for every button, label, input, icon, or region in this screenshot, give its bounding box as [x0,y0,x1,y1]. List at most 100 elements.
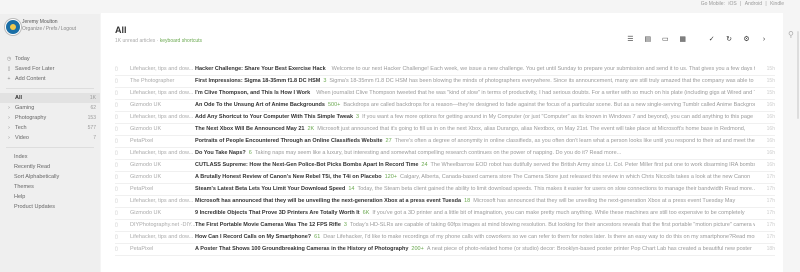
sidebar-item-product-updates[interactable]: Product Updates [0,202,100,212]
article-title[interactable]: Steam's Latest Beta Lets You Limit Your … [195,186,345,192]
article-title[interactable]: The First Portable Movie Cameras Was The… [195,222,341,228]
article-title[interactable]: Do You Take Naps? [195,150,246,156]
source-name[interactable]: Gizmodo UK [130,124,205,135]
article-title[interactable]: CUTLASS Supreme: How the Next-Gen Police… [195,162,418,168]
scrollbar[interactable] [797,31,799,119]
sidebar-item-all[interactable]: All 1K [0,93,100,103]
table-row[interactable]: ▯ Lifehacker, tips and dow... How Can I Re… [115,232,775,244]
logout-link[interactable]: Logout [61,26,76,32]
source-name[interactable]: The Photographer [130,76,205,87]
sidebar-item-tech[interactable]: › Tech 577 [0,123,100,133]
article-title[interactable]: First Impressions: Sigma 18-35mm f1.8 DC… [195,78,320,84]
source-name[interactable]: DIYPhotography.net -DIY... [130,220,205,231]
gear-icon[interactable]: ⚙ [742,35,752,45]
save-for-later-icon[interactable]: ▯ [115,160,123,171]
article-text[interactable]: The First Portable Movie Cameras Was The… [195,220,755,231]
article-title[interactable]: Hacker Challenge: Share Your Best Exerci… [195,66,326,72]
article-text[interactable]: A Brutally Honest Review of Canon's New … [195,172,755,183]
source-name[interactable]: Lifehacker, tips and dow... [130,148,205,159]
kindle-link[interactable]: Kindle [770,1,784,7]
table-row[interactable]: ▯ Gizmodo UK A Brutally Honest Review of C… [115,172,775,184]
save-for-later-icon[interactable]: ▯ [115,244,123,255]
sidebar-item-sort-alpha[interactable]: Sort Alphabetically [0,172,100,182]
save-for-later-icon[interactable]: ▯ [115,76,123,87]
save-for-later-icon[interactable]: ▯ [115,232,123,243]
article-text[interactable]: A Poster That Shows 100 Groundbreaking C… [195,244,755,255]
table-row[interactable]: ▯ Lifehacker, tips and dow... Add Any Shor… [115,112,775,124]
sidebar-item-today[interactable]: ◷ Today [0,54,100,64]
sidebar-item-saved[interactable]: ▯ Saved For Later [0,64,100,74]
article-title[interactable]: Microsoft has announced that they will b… [195,198,461,204]
article-text[interactable]: First Impressions: Sigma 18-35mm f1.8 DC… [195,76,755,87]
article-text[interactable]: Steam's Latest Beta Lets You Limit Your … [195,184,755,195]
save-for-later-icon[interactable]: ▯ [115,220,123,231]
table-row[interactable]: ▯ Lifehacker, tips and dow... Microsoft ha… [115,196,775,208]
article-title[interactable]: A Poster That Shows 100 Groundbreaking C… [195,246,408,252]
table-row[interactable]: ▯ Gizmodo UK CUTLASS Supreme: How the Next… [115,160,775,172]
article-text[interactable]: 9 Incredible Objects That Prove 3D Print… [195,208,755,219]
article-title[interactable]: The Next Xbox Will Be Announced May 21 [195,126,304,132]
article-text[interactable]: How Can I Record Calls on My Smartphone?… [195,232,755,243]
mark-read-icon[interactable]: ✓ [707,35,717,45]
sidebar-item-video[interactable]: › Video 7 [0,133,100,143]
article-text[interactable]: Hacker Challenge: Share Your Best Exerci… [195,64,755,75]
table-row[interactable]: ▯ Lifehacker, tips and dow... Do You Take … [115,148,775,160]
save-for-later-icon[interactable]: ▯ [115,208,123,219]
table-row[interactable]: ▯ Lifehacker, tips and dow... I'm Clive Th… [115,88,775,100]
source-name[interactable]: Lifehacker, tips and dow... [130,64,205,75]
sidebar-item-gaming[interactable]: › Gaming 62 [0,103,100,113]
table-row[interactable]: ▯ Gizmodo UK 9 Incredible Objects That Pro… [115,208,775,220]
save-for-later-icon[interactable]: ▯ [115,88,123,99]
search-icon[interactable]: ⚲ [788,31,796,39]
sidebar-item-photography[interactable]: › Photography 153 [0,113,100,123]
save-for-later-icon[interactable]: ▯ [115,64,123,75]
chevron-right-icon[interactable]: › [6,123,12,133]
source-name[interactable]: PetaPixel [130,184,205,195]
sidebar-item-add-content[interactable]: + Add Content [0,74,100,84]
next-icon[interactable]: › [759,35,769,45]
organize-link[interactable]: Organize [22,26,42,32]
chevron-right-icon[interactable]: › [6,133,12,143]
article-text[interactable]: Add Any Shortcut to Your Computer With T… [195,112,755,123]
article-title[interactable]: Add Any Shortcut to Your Computer With T… [195,114,353,120]
article-text[interactable]: An Ode To the Unsung Art of Anime Backgr… [195,100,755,111]
article-title[interactable]: 9 Incredible Objects That Prove 3D Print… [195,210,360,216]
table-row[interactable]: ▯ PetaPixel Steam's Latest Beta Lets You L… [115,184,775,196]
table-row[interactable]: ▯ PetaPixel A Poster That Shows 100 Ground… [115,244,775,256]
article-title[interactable]: A Brutally Honest Review of Canon's New … [195,174,382,180]
table-row[interactable]: ▯ PetaPixel Portraits of People Encountere… [115,136,775,148]
source-name[interactable]: Gizmodo UK [130,100,205,111]
save-for-later-icon[interactable]: ▯ [115,136,123,147]
table-row[interactable]: ▯ Gizmodo UK The Next Xbox Will Be Announc… [115,124,775,136]
sidebar-item-index[interactable]: Index [0,152,100,162]
article-text[interactable]: Microsoft has announced that they will b… [195,196,755,207]
keyboard-shortcuts-link[interactable]: keyboard shortcuts [160,38,202,44]
article-title[interactable]: I'm Clive Thompson, and This Is How I Wo… [195,90,310,96]
source-name[interactable]: Gizmodo UK [130,172,205,183]
save-for-later-icon[interactable]: ▯ [115,112,123,123]
magazine-view-icon[interactable]: ▤ [643,35,653,45]
article-title[interactable]: How Can I Record Calls on My Smartphone? [195,234,311,240]
prefs-link[interactable]: Prefs [46,26,58,32]
table-row[interactable]: ▯ DIYPhotography.net -DIY... The First Por… [115,220,775,232]
chevron-right-icon[interactable]: › [6,103,12,113]
article-text[interactable]: I'm Clive Thompson, and This Is How I Wo… [195,88,755,99]
table-row[interactable]: ▯ The Photographer First Impressions: Sigm… [115,76,775,88]
article-text[interactable]: Portraits of People Encountered Through … [195,136,755,147]
source-name[interactable]: Gizmodo UK [130,208,205,219]
article-text[interactable]: The Next Xbox Will Be Announced May 21 2K… [195,124,755,135]
source-name[interactable]: PetaPixel [130,244,205,255]
source-name[interactable]: PetaPixel [130,136,205,147]
source-name[interactable]: Gizmodo UK [130,160,205,171]
save-for-later-icon[interactable]: ▯ [115,148,123,159]
source-name[interactable]: Lifehacker, tips and dow... [130,112,205,123]
save-for-later-icon[interactable]: ▯ [115,172,123,183]
article-title[interactable]: An Ode To the Unsung Art of Anime Backgr… [195,102,325,108]
cards-view-icon[interactable]: ▭ [660,35,670,45]
article-title[interactable]: Portraits of People Encountered Through … [195,138,383,144]
save-for-later-icon[interactable]: ▯ [115,100,123,111]
save-for-later-icon[interactable]: ▯ [115,196,123,207]
titles-view-icon[interactable]: ☰ [625,35,635,45]
source-name[interactable]: Lifehacker, tips and dow... [130,196,205,207]
full-view-icon[interactable]: ▦ [678,35,688,45]
